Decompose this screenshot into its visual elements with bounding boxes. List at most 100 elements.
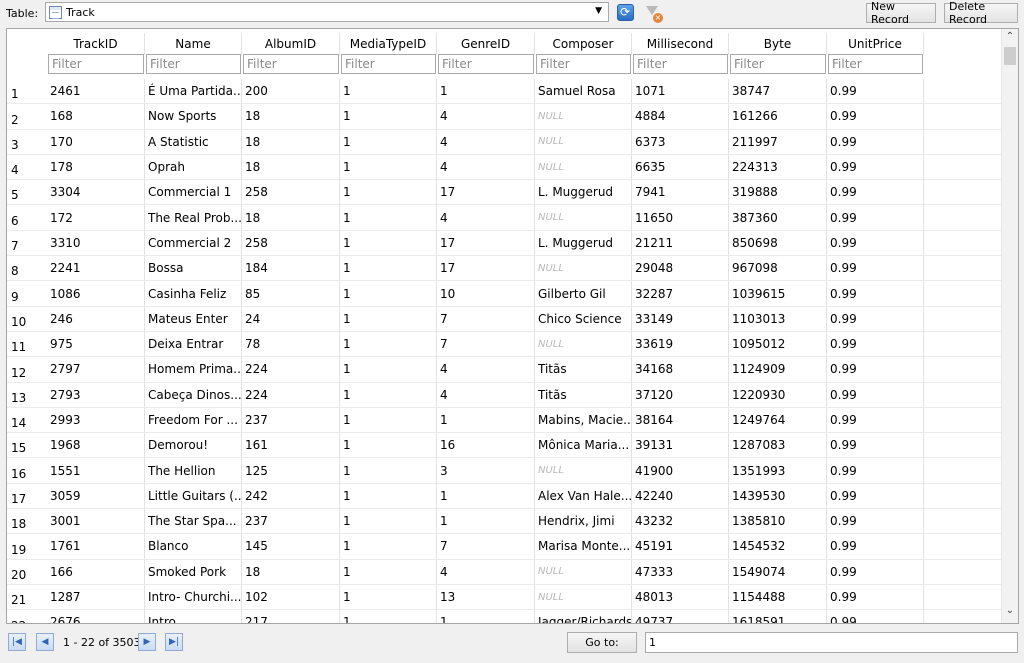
cell-byte[interactable]: 850698	[729, 230, 827, 256]
column-header-albumid[interactable]: AlbumID	[242, 33, 340, 55]
cell-trackid[interactable]: 3310	[47, 230, 145, 256]
cell-unitprice[interactable]: 0.99	[827, 129, 924, 154]
cell-trackid[interactable]: 2993	[47, 407, 145, 433]
cell-name[interactable]: Blanco	[145, 534, 242, 559]
filter-input-genreid[interactable]	[438, 54, 534, 74]
cell-name[interactable]: Deixa Entrar	[145, 331, 242, 357]
cell-byte[interactable]: 1351993	[729, 458, 827, 483]
table-row[interactable]: 15 1968 Demorou! 161 1 16 Mônica Maria... 39131…	[7, 433, 1002, 459]
column-header-genreid[interactable]: GenreID	[437, 33, 535, 55]
table-row[interactable]: 11 975 Deixa Entrar 78 1 7 NULL 33619 1095012 0.9…	[7, 331, 1002, 358]
table-row[interactable]: 20 166 Smoked Pork 18 1 4 NULL 47333 1549074 0.99	[7, 559, 1002, 585]
cell-trackid[interactable]: 1287	[47, 584, 145, 610]
cell-millisecond[interactable]: 49737	[632, 610, 729, 623]
cell-millisecond[interactable]: 21211	[632, 230, 729, 256]
column-header-unitprice[interactable]: UnitPrice	[827, 33, 924, 55]
cell-millisecond[interactable]: 29048	[632, 256, 729, 281]
cell-name[interactable]: Little Guitars (...	[145, 483, 242, 509]
cell-mediatypeid[interactable]: 1	[340, 129, 437, 154]
cell-millisecond[interactable]: 38164	[632, 407, 729, 433]
cell-composer[interactable]: NULL	[535, 256, 632, 281]
cell-millisecond[interactable]: 6635	[632, 154, 729, 180]
cell-trackid[interactable]: 975	[47, 331, 145, 357]
refresh-button[interactable]: ⟳	[614, 2, 636, 23]
cell-millisecond[interactable]: 48013	[632, 584, 729, 610]
cell-albumid[interactable]: 18	[242, 104, 340, 129]
filter-input-millisecond[interactable]	[633, 54, 728, 74]
cell-genreid[interactable]: 4	[437, 129, 535, 154]
cell-unitprice[interactable]: 0.99	[827, 534, 924, 559]
cell-mediatypeid[interactable]: 1	[340, 205, 437, 230]
cell-millisecond[interactable]: 32287	[632, 281, 729, 306]
cell-composer[interactable]: Jagger/Richards	[535, 610, 632, 623]
cell-mediatypeid[interactable]: 1	[340, 256, 437, 281]
cell-unitprice[interactable]: 0.99	[827, 433, 924, 458]
cell-unitprice[interactable]: 0.99	[827, 559, 924, 584]
cell-albumid[interactable]: 18	[242, 559, 340, 584]
cell-byte[interactable]: 1618591	[729, 610, 827, 623]
cell-trackid[interactable]: 1551	[47, 458, 145, 483]
cell-mediatypeid[interactable]: 1	[340, 79, 437, 104]
cell-unitprice[interactable]: 0.99	[827, 230, 924, 256]
cell-genreid[interactable]: 4	[437, 559, 535, 584]
table-select[interactable]: Track ▼	[45, 2, 609, 22]
cell-composer[interactable]: NULL	[535, 559, 632, 584]
cell-albumid[interactable]: 145	[242, 534, 340, 559]
cell-millisecond[interactable]: 39131	[632, 433, 729, 458]
cell-unitprice[interactable]: 0.99	[827, 281, 924, 306]
table-row[interactable]: 14 2993 Freedom For ... 237 1 1 Mabins, Macie.…	[7, 407, 1002, 434]
cell-byte[interactable]: 1287083	[729, 433, 827, 458]
cell-genreid[interactable]: 4	[437, 154, 535, 180]
first-page-button[interactable]: |◀	[8, 633, 26, 651]
filter-input-mediatypeid[interactable]	[341, 54, 436, 74]
cell-composer[interactable]: NULL	[535, 205, 632, 230]
cell-millisecond[interactable]: 47333	[632, 559, 729, 584]
cell-mediatypeid[interactable]: 1	[340, 180, 437, 205]
table-row[interactable]: 17 3059 Little Guitars (... 242 1 1 Alex Van H…	[7, 483, 1002, 510]
cell-unitprice[interactable]: 0.99	[827, 382, 924, 407]
cell-name[interactable]: Freedom For ...	[145, 407, 242, 433]
previous-page-button[interactable]: ◀	[36, 633, 54, 651]
cell-mediatypeid[interactable]: 1	[340, 584, 437, 610]
cell-trackid[interactable]: 3059	[47, 483, 145, 509]
cell-albumid[interactable]: 242	[242, 483, 340, 509]
cell-millisecond[interactable]: 1071	[632, 79, 729, 104]
chevron-down-icon[interactable]: ▼	[595, 6, 602, 16]
cell-name[interactable]: Oprah	[145, 154, 242, 180]
cell-unitprice[interactable]: 0.99	[827, 407, 924, 433]
cell-millisecond[interactable]: 41900	[632, 458, 729, 483]
cell-albumid[interactable]: 237	[242, 407, 340, 433]
cell-genreid[interactable]: 17	[437, 256, 535, 281]
cell-trackid[interactable]: 2241	[47, 256, 145, 281]
cell-name[interactable]: Homem Prima...	[145, 357, 242, 382]
cell-unitprice[interactable]: 0.99	[827, 357, 924, 382]
cell-albumid[interactable]: 102	[242, 584, 340, 610]
cell-albumid[interactable]: 237	[242, 509, 340, 534]
cell-byte[interactable]: 319888	[729, 180, 827, 205]
cell-name[interactable]: The Hellion	[145, 458, 242, 483]
cell-albumid[interactable]: 258	[242, 180, 340, 205]
cell-mediatypeid[interactable]: 1	[340, 483, 437, 509]
table-row[interactable]: 7 3310 Commercial 2 258 1 17 L. Muggerud 21211 8…	[7, 230, 1002, 257]
cell-unitprice[interactable]: 0.99	[827, 331, 924, 357]
cell-composer[interactable]: NULL	[535, 458, 632, 483]
table-row[interactable]: 13 2793 Cabeça Dinos... 224 1 4 Titãs 37120 1220…	[7, 382, 1002, 408]
table-row[interactable]: 222676Intro21711Jagger/Richards497371618…	[7, 610, 1002, 623]
cell-unitprice[interactable]: 0.99	[827, 256, 924, 281]
cell-millisecond[interactable]: 45191	[632, 534, 729, 559]
cell-composer[interactable]: Hendrix, Jimi	[535, 509, 632, 534]
table-row[interactable]: 8 2241 Bossa 184 1 17 NULL 29048 967098 0.99	[7, 256, 1002, 282]
cell-trackid[interactable]: 2793	[47, 382, 145, 407]
cell-genreid[interactable]: 13	[437, 584, 535, 610]
column-header-byte[interactable]: Byte	[729, 33, 827, 55]
cell-composer[interactable]: Chico Science	[535, 306, 632, 331]
cell-albumid[interactable]: 18	[242, 129, 340, 154]
cell-byte[interactable]: 1124909	[729, 357, 827, 382]
cell-name[interactable]: Intro	[145, 610, 242, 623]
goto-input[interactable]	[645, 632, 1018, 653]
vertical-scrollbar[interactable]: ⌃ ⌄	[1001, 29, 1018, 623]
cell-genreid[interactable]: 16	[437, 433, 535, 458]
cell-albumid[interactable]: 184	[242, 256, 340, 281]
cell-byte[interactable]: 1249764	[729, 407, 827, 433]
table-row[interactable]: 3 170 A Statistic 18 1 4 NULL 6373 211997 0.99	[7, 129, 1002, 155]
